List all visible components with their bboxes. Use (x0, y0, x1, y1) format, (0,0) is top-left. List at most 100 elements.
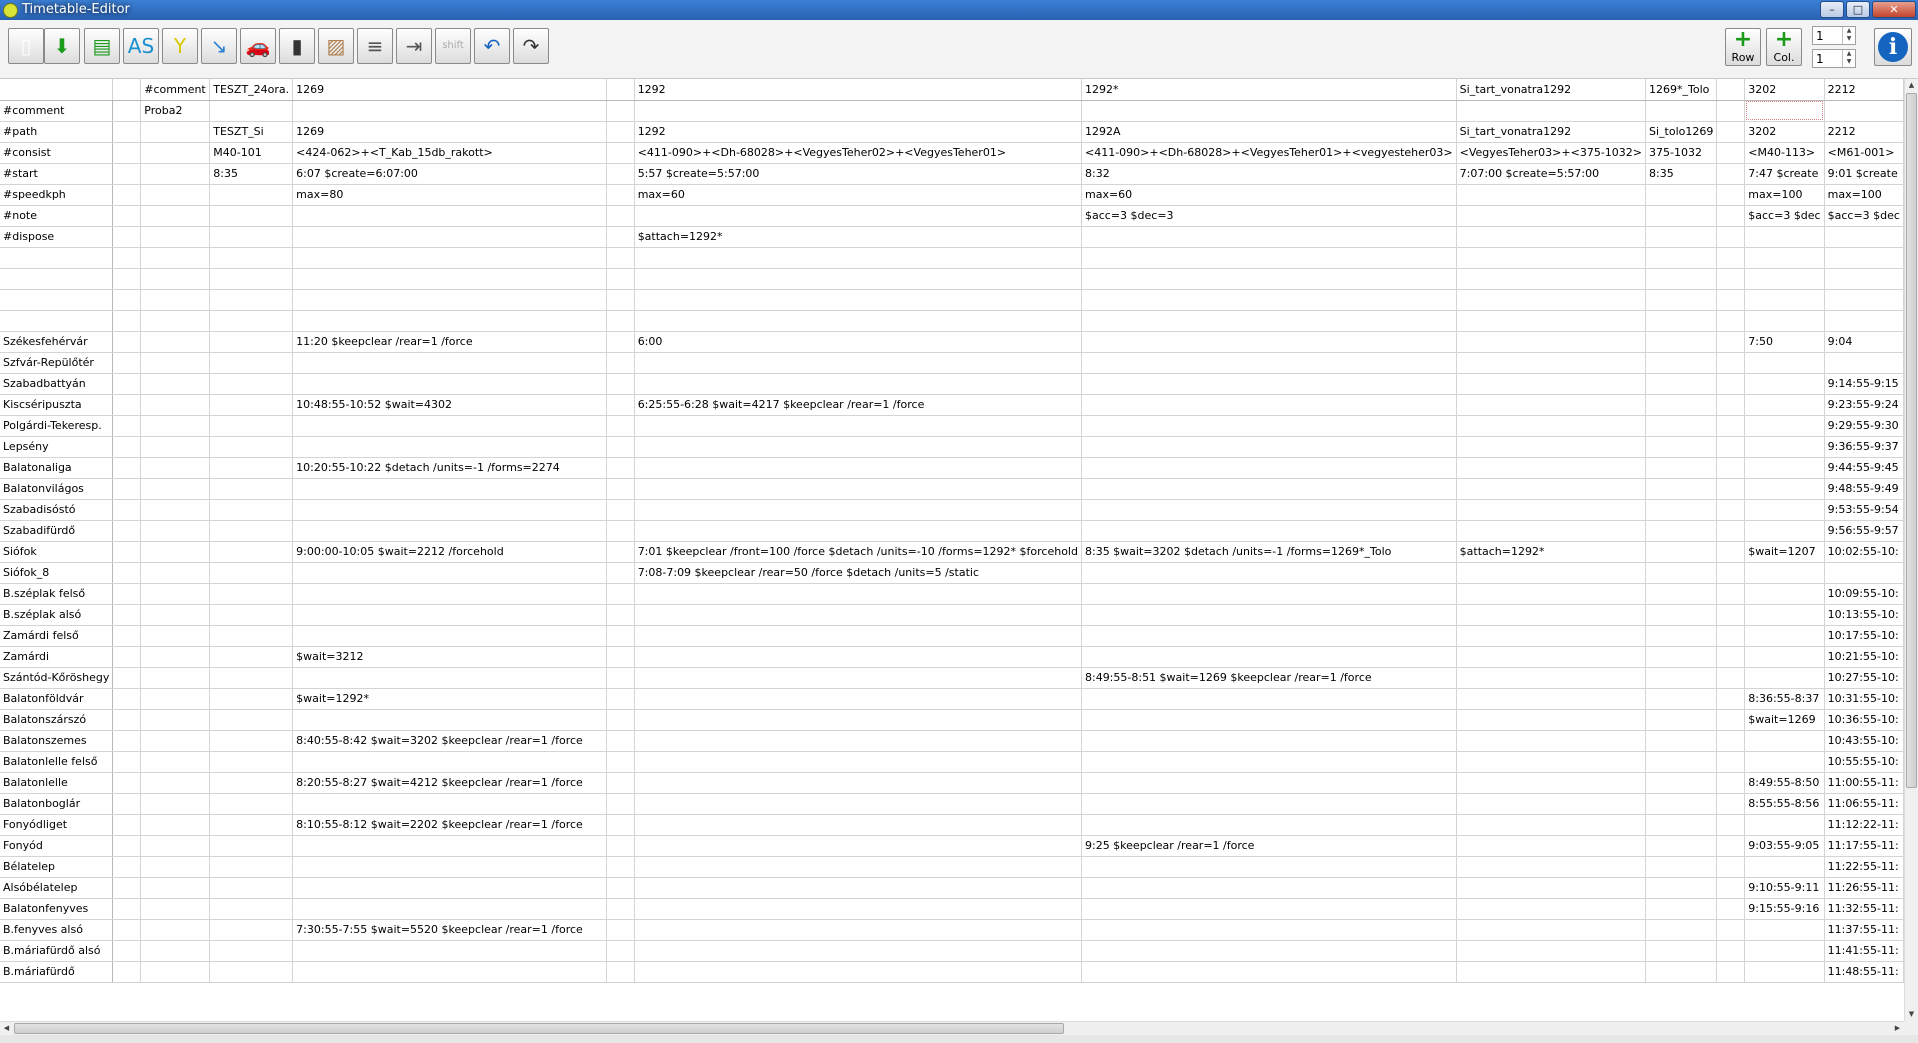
grid-cell[interactable] (606, 814, 635, 836)
column-header[interactable]: 1292* (1081, 79, 1457, 101)
grid-cell[interactable]: <424-062>+<T_Kab_15db_rakott> (292, 142, 607, 164)
grid-cell[interactable] (1081, 919, 1457, 941)
grid-cell[interactable] (1824, 268, 1904, 290)
grid-cell[interactable]: 11:06:55-11: (1824, 793, 1904, 815)
grid-cell[interactable] (1645, 520, 1718, 542)
grid-cell[interactable] (112, 331, 142, 353)
column-header[interactable]: 3202 (1744, 79, 1825, 101)
grid-cell[interactable] (606, 520, 635, 542)
row-count-spinner[interactable]: 1 ▲ ▼ (1812, 26, 1856, 45)
close-button[interactable]: ✕ (1872, 1, 1916, 18)
grid-cell[interactable] (1645, 310, 1718, 332)
grid-cell[interactable] (112, 499, 142, 521)
grid-cell[interactable] (112, 415, 142, 437)
row-header[interactable]: Bélatelep (0, 856, 114, 878)
grid-cell[interactable] (634, 667, 1082, 689)
grid-cell[interactable] (292, 436, 607, 458)
column-header[interactable]: TESZT_24ora. (209, 79, 294, 101)
grid-cell[interactable] (1744, 520, 1825, 542)
grid-cell[interactable] (1645, 268, 1718, 290)
grid-cell[interactable]: 1269 (292, 121, 607, 143)
grid-cell[interactable] (1645, 352, 1718, 374)
grid-cell[interactable] (1716, 625, 1746, 647)
grid-cell[interactable] (112, 646, 142, 668)
row-header[interactable]: Szántód-Kőröshegy (0, 667, 114, 689)
grid-cell[interactable] (292, 856, 607, 878)
grid-cell[interactable] (1081, 961, 1457, 983)
grid-cell[interactable] (634, 772, 1082, 794)
row-header[interactable]: Balatonszemes (0, 730, 114, 752)
grid-cell[interactable] (1716, 436, 1746, 458)
grid-cell[interactable]: 6:25:55-6:28 $wait=4217 $keepclear /rear… (634, 394, 1082, 416)
grid-cell[interactable] (1645, 562, 1718, 584)
grid-cell[interactable]: 10:13:55-10: (1824, 604, 1904, 626)
grid-cell[interactable] (606, 478, 635, 500)
grid-cell[interactable] (140, 709, 211, 731)
grid-cell[interactable] (1081, 562, 1457, 584)
grid-cell[interactable] (606, 289, 635, 311)
grid-cell[interactable] (140, 268, 211, 290)
grid-cell[interactable] (1645, 541, 1718, 563)
grid-cell[interactable] (1645, 226, 1718, 248)
grid-cell[interactable]: 10:02:55-10: (1824, 541, 1904, 563)
grid-cell[interactable]: $acc=3 $dec (1824, 205, 1904, 227)
grid-cell[interactable]: 9:03:55-9:05 (1744, 835, 1825, 857)
grid-cell[interactable] (292, 205, 607, 227)
grid-cell[interactable]: 8:49:55-8:50 (1744, 772, 1825, 794)
grid-cell[interactable]: $acc=3 $dec=3 (1081, 205, 1457, 227)
grid-cell[interactable] (1456, 793, 1647, 815)
grid-cell[interactable] (140, 163, 211, 185)
grid-cell[interactable] (1456, 373, 1647, 395)
grid-cell[interactable] (1716, 163, 1746, 185)
grid-cell[interactable]: 11:00:55-11: (1824, 772, 1904, 794)
grid-cell[interactable] (1744, 100, 1825, 122)
row-header[interactable]: Alsóbélatelep (0, 877, 114, 899)
grid-cell[interactable] (209, 751, 294, 773)
grid-cell[interactable] (1456, 457, 1647, 479)
grid-cell[interactable] (1645, 751, 1718, 773)
grid-cell[interactable] (1716, 352, 1746, 374)
grid-cell[interactable] (1645, 856, 1718, 878)
grid-cell[interactable]: 8:49:55-8:51 $wait=1269 $keepclear /rear… (1081, 667, 1457, 689)
grid-cell[interactable] (112, 814, 142, 836)
row-header[interactable]: Balatonboglár (0, 793, 114, 815)
grid-cell[interactable] (1456, 814, 1647, 836)
grid-cell[interactable] (634, 751, 1082, 773)
grid-cell[interactable] (112, 520, 142, 542)
grid-cell[interactable] (209, 877, 294, 899)
save-button[interactable]: ▤ (84, 28, 120, 64)
grid-cell[interactable]: 11:22:55-11: (1824, 856, 1904, 878)
grid-cell[interactable] (140, 436, 211, 458)
grid-cell[interactable] (1456, 940, 1647, 962)
lines-button[interactable]: ≡ (357, 28, 393, 64)
grid-cell[interactable] (1645, 877, 1718, 899)
grid-cell[interactable] (606, 352, 635, 374)
grid-cell[interactable] (1716, 814, 1746, 836)
vertical-scrollbar[interactable]: ▲ ▼ (1904, 79, 1918, 1021)
grid-cell[interactable] (1716, 373, 1746, 395)
grid-cell[interactable] (606, 394, 635, 416)
grid-cell[interactable] (140, 814, 211, 836)
grid-cell[interactable]: 8:20:55-8:27 $wait=4212 $keepclear /rear… (292, 772, 607, 794)
row-header[interactable]: #note (0, 205, 114, 227)
grid-cell[interactable] (292, 310, 607, 332)
row-header[interactable]: Szfvár-Repülőtér (0, 352, 114, 374)
grid-cell[interactable] (1645, 793, 1718, 815)
grid-cell[interactable] (1081, 436, 1457, 458)
column-header[interactable]: 1269 (292, 79, 607, 101)
grid-cell[interactable] (292, 520, 607, 542)
grid-cell[interactable] (634, 478, 1082, 500)
grid-cell[interactable] (1645, 457, 1718, 479)
grid-cell[interactable] (1081, 772, 1457, 794)
grid-cell[interactable] (1645, 331, 1718, 353)
grid-cell[interactable] (634, 877, 1082, 899)
grid-cell[interactable] (1716, 457, 1746, 479)
grid-cell[interactable]: 8:10:55-8:12 $wait=2202 $keepclear /rear… (292, 814, 607, 836)
grid-cell[interactable] (634, 625, 1082, 647)
grid-cell[interactable] (1456, 415, 1647, 437)
grid-cell[interactable] (1716, 499, 1746, 521)
grid-cell[interactable] (1744, 289, 1825, 311)
grid-cell[interactable] (634, 709, 1082, 731)
grid-cell[interactable] (1081, 688, 1457, 710)
grid-cell[interactable] (606, 730, 635, 752)
